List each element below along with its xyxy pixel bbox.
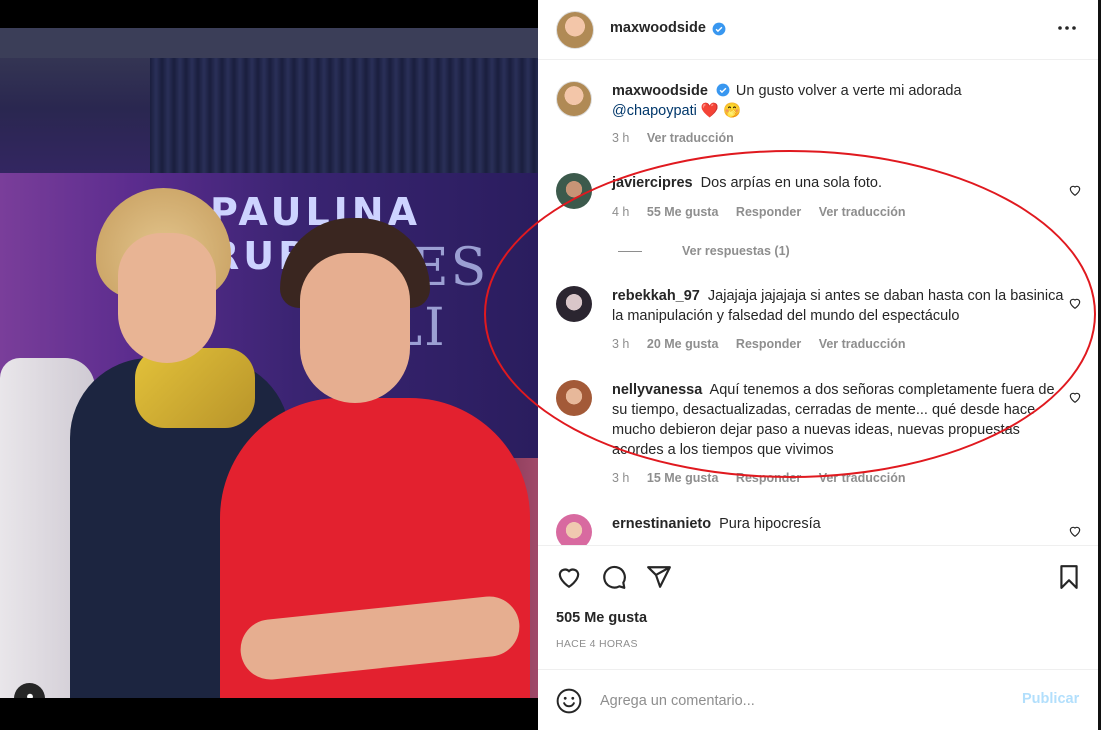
caption-username[interactable]: maxwoodside	[612, 83, 708, 99]
reply-link[interactable]: Responder	[736, 205, 801, 219]
post-panel: maxwoodside maxwoodside Un gusto volver a…	[538, 0, 1098, 730]
view-replies-link[interactable]: Ver respuestas (1)	[618, 244, 790, 258]
avatar[interactable]	[556, 286, 592, 322]
heart-icon[interactable]	[1068, 183, 1082, 197]
comment-input[interactable]	[600, 689, 1000, 713]
publish-button[interactable]: Publicar	[1022, 691, 1079, 707]
heart-icon[interactable]	[1068, 296, 1082, 310]
avatar[interactable]	[556, 173, 592, 209]
caption-time: 3 h	[612, 131, 630, 145]
comment-time: 3 h	[612, 337, 630, 351]
comment-username[interactable]: rebekkah_97	[612, 288, 700, 304]
bookmark-icon[interactable]	[1056, 564, 1082, 590]
post-header: maxwoodside	[538, 0, 1098, 60]
translate-link[interactable]: Ver traducción	[819, 205, 906, 219]
emoji-icon[interactable]	[556, 688, 582, 714]
like-count[interactable]: 505 Me gusta	[556, 610, 647, 626]
post-image[interactable]: PAULINA RUB NO ES CULI	[0, 28, 538, 698]
caption-emojis: ❤️ 🤭	[700, 103, 742, 119]
comment-username[interactable]: javiercipres	[612, 175, 693, 191]
comment-time: 3 h	[612, 471, 630, 485]
post-photo: PAULINA RUB NO ES CULI	[0, 0, 538, 730]
header-username[interactable]: maxwoodside	[610, 20, 706, 36]
avatar[interactable]	[556, 11, 594, 49]
translate-link[interactable]: Ver traducción	[819, 471, 906, 485]
comment-likes[interactable]: 55 Me gusta	[647, 205, 719, 219]
caption-translate-link[interactable]: Ver traducción	[647, 131, 734, 145]
verified-icon	[712, 22, 726, 36]
comment-username[interactable]: ernestinanieto	[612, 516, 711, 532]
avatar[interactable]	[556, 514, 592, 545]
caption-mention[interactable]: @chapoypati	[612, 103, 697, 119]
more-icon[interactable]	[1056, 17, 1078, 39]
reply-link[interactable]: Responder	[736, 337, 801, 351]
avatar[interactable]	[556, 81, 592, 117]
post-actions: 505 Me gusta HACE 4 HORAS Publicar	[538, 545, 1098, 730]
comment-likes[interactable]: 15 Me gusta	[647, 471, 719, 485]
avatar[interactable]	[556, 380, 592, 416]
heart-icon[interactable]	[1068, 524, 1082, 538]
comment-text: Pura hipocresía	[719, 516, 821, 532]
comment-likes[interactable]: 20 Me gusta	[647, 337, 719, 351]
comment-text: Dos arpías en una sola foto.	[700, 175, 883, 191]
comment-username[interactable]: nellyvanessa	[612, 382, 702, 398]
comment-icon[interactable]	[601, 564, 627, 590]
heart-icon[interactable]	[556, 564, 582, 590]
instagram-post-view: PAULINA RUB NO ES CULI maxwoodside	[0, 0, 1101, 730]
translate-link[interactable]: Ver traducción	[819, 337, 906, 351]
comment-time: 4 h	[612, 205, 630, 219]
caption-text: Un gusto volver a verte mi adorada	[735, 83, 962, 99]
verified-icon	[716, 83, 730, 97]
share-icon[interactable]	[646, 564, 672, 590]
post-timestamp: HACE 4 HORAS	[556, 638, 638, 650]
comments-list[interactable]: maxwoodside Un gusto volver a verte mi ad…	[538, 61, 1098, 545]
reply-link[interactable]: Responder	[736, 471, 801, 485]
add-comment-bar: Publicar	[538, 669, 1098, 730]
heart-icon[interactable]	[1068, 390, 1082, 404]
